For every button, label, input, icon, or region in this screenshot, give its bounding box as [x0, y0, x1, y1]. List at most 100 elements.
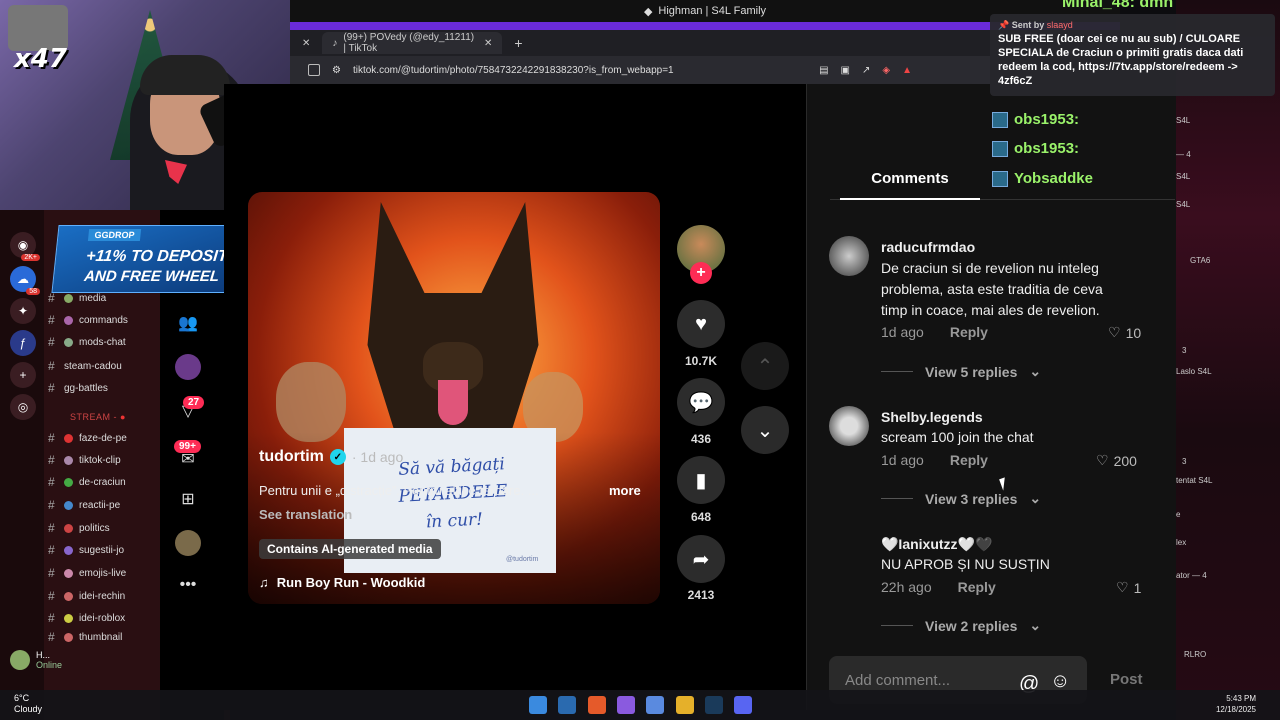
- taskview-icon[interactable]: [558, 696, 576, 714]
- channel-emoji: [64, 632, 73, 642]
- channel-item[interactable]: # mods-chat: [48, 333, 158, 351]
- steam-icon[interactable]: [705, 696, 723, 714]
- like-button[interactable]: ♥: [677, 300, 725, 348]
- post-author[interactable]: tudortim ✓ · 1d ago: [259, 448, 403, 466]
- comment-username[interactable]: Shelby.legends: [881, 409, 983, 425]
- close-icon[interactable]: ✕: [302, 38, 310, 49]
- previous-post-button[interactable]: ⌃: [741, 342, 789, 390]
- reader-icon[interactable]: ▤: [819, 65, 828, 76]
- tab-close-icon[interactable]: ✕: [484, 38, 492, 49]
- discord-icon[interactable]: [734, 696, 752, 714]
- live-avatar[interactable]: [175, 354, 201, 380]
- comment-icon: 💬: [688, 391, 714, 414]
- ai-label[interactable]: Contains AI-generated media: [259, 539, 441, 559]
- profile-avatar[interactable]: [175, 530, 201, 556]
- screenshot-icon[interactable]: ▣: [841, 65, 850, 76]
- channel-item[interactable]: # tiktok-clip: [48, 451, 158, 469]
- channel-label: thumbnail: [79, 632, 123, 642]
- comment-username[interactable]: 🤍Ianixutzz🤍🖤: [881, 536, 992, 553]
- chevron-down-icon: ⌄: [1029, 490, 1042, 506]
- avatar[interactable]: [829, 406, 869, 446]
- view-replies-button[interactable]: View 3 replies ⌄: [881, 490, 1041, 507]
- avatar[interactable]: [829, 236, 869, 276]
- view-replies-button[interactable]: View 2 replies ⌄: [881, 617, 1041, 634]
- url-input[interactable]: tiktok.com/@tudortim/photo/7584732242291…: [353, 65, 807, 76]
- more-icon[interactable]: •••: [175, 572, 201, 598]
- brave-icon[interactable]: [588, 696, 606, 714]
- chat-line: tentat S4L: [1176, 476, 1213, 485]
- channel-item[interactable]: # idei-rechin: [48, 587, 158, 605]
- channel-emoji: [64, 591, 73, 601]
- channel-item[interactable]: # politics: [48, 519, 158, 537]
- chat-line: 3: [1182, 457, 1187, 466]
- app-icon[interactable]: [617, 696, 635, 714]
- reply-button[interactable]: Reply: [958, 579, 996, 595]
- discord-user-bar[interactable]: H... Online: [10, 650, 62, 670]
- share-arrow-icon: ➦: [692, 548, 710, 571]
- view-replies-label: View 2 replies: [925, 617, 1018, 634]
- chevron-down-icon: ⌄: [756, 419, 774, 442]
- chat-line: GTA6: [1190, 256, 1211, 265]
- start-icon[interactable]: [529, 696, 547, 714]
- add-server-icon[interactable]: +: [10, 362, 36, 388]
- comment-like-button[interactable]: ♡ 10: [1108, 324, 1158, 341]
- channel-item[interactable]: # reactii-pe: [48, 496, 158, 514]
- reply-button[interactable]: Reply: [950, 452, 988, 468]
- channel-item[interactable]: # steam-cadou: [48, 357, 158, 375]
- comment-like-button[interactable]: ♡ 200: [1096, 452, 1146, 469]
- save-button[interactable]: ▮: [677, 456, 725, 504]
- channel-item[interactable]: # de-craciun: [48, 473, 158, 491]
- channel-item[interactable]: # thumbnail: [48, 632, 158, 642]
- channel-emoji: [64, 315, 73, 325]
- channel-item[interactable]: # faze-de-pe: [48, 429, 158, 447]
- chat-line: RLRO: [1184, 650, 1207, 659]
- following-icon[interactable]: 👥: [175, 310, 201, 336]
- new-tab-button[interactable]: +: [514, 35, 522, 51]
- notice-text: SUB FREE (doar cei ce nu au sub) / CULOA…: [998, 33, 1244, 87]
- more-link[interactable]: more: [609, 483, 641, 498]
- chevron-up-icon: ⌃: [756, 355, 774, 378]
- channel-item[interactable]: # sugestii-jo: [48, 541, 158, 559]
- weather-widget[interactable]: 6°C Cloudy: [14, 693, 42, 715]
- server-icon[interactable]: ◉ 2K+: [10, 232, 40, 261]
- upload-icon[interactable]: ⊞: [175, 486, 201, 512]
- share-icon[interactable]: ↗: [862, 65, 870, 76]
- share-button[interactable]: ➦: [677, 535, 725, 583]
- view-replies-button[interactable]: View 5 replies ⌄: [881, 363, 1041, 380]
- channel-label: tiktok-clip: [79, 454, 121, 466]
- follow-button[interactable]: +: [690, 262, 712, 284]
- server-icon[interactable]: ☁ 58: [10, 266, 40, 295]
- promo-banner[interactable]: GGDROP +11% TO DEPOSIT AND FREE WHEEL: [51, 225, 244, 293]
- bookmark-icon[interactable]: [308, 64, 320, 76]
- chat-line: lex: [1176, 538, 1187, 547]
- app-icon[interactable]: [646, 696, 664, 714]
- channel-label: sugestii-jo: [79, 544, 125, 556]
- music-link[interactable]: ♫ Run Boy Run - Woodkid: [259, 575, 425, 590]
- author-name[interactable]: tudortim: [259, 448, 324, 466]
- see-translation-link[interactable]: See translation: [259, 507, 352, 522]
- site-info-icon[interactable]: ⚙: [332, 65, 341, 76]
- sign-watermark: @tudortim: [506, 556, 539, 563]
- tab-comments[interactable]: Comments: [840, 170, 980, 200]
- comment-button[interactable]: 💬: [677, 378, 725, 426]
- discover-icon[interactable]: ◎: [10, 394, 36, 420]
- comment-like-button[interactable]: ♡ 1: [1116, 579, 1166, 596]
- rewards-icon[interactable]: ▲: [902, 65, 912, 76]
- taskbar-clock[interactable]: 5:43 PM 12/18/2025: [1206, 693, 1256, 715]
- explorer-icon[interactable]: [676, 696, 694, 714]
- tiktok-icon: ♪: [332, 37, 338, 49]
- channel-item[interactable]: # commands: [48, 311, 158, 329]
- next-post-button[interactable]: ⌄: [741, 406, 789, 454]
- brave-shield-icon[interactable]: ◈: [882, 65, 890, 76]
- reply-button[interactable]: Reply: [950, 324, 988, 340]
- channel-label: gg-battles: [64, 382, 108, 394]
- post-comment-button[interactable]: Post: [1110, 671, 1143, 688]
- browser-tab[interactable]: ♪ (99+) POVedy (@edy_11211) | TikTok ✕: [322, 32, 503, 54]
- channel-item[interactable]: # idei-roblox: [48, 609, 158, 627]
- category-header[interactable]: STREAM - ●: [70, 412, 126, 422]
- comment-username[interactable]: raducufrmdao: [881, 239, 975, 255]
- server-icon[interactable]: ✦: [10, 298, 36, 324]
- channel-item[interactable]: # gg-battles: [48, 379, 158, 397]
- channel-item[interactable]: # emojis-live: [48, 564, 158, 582]
- server-icon[interactable]: ƒ: [10, 330, 36, 356]
